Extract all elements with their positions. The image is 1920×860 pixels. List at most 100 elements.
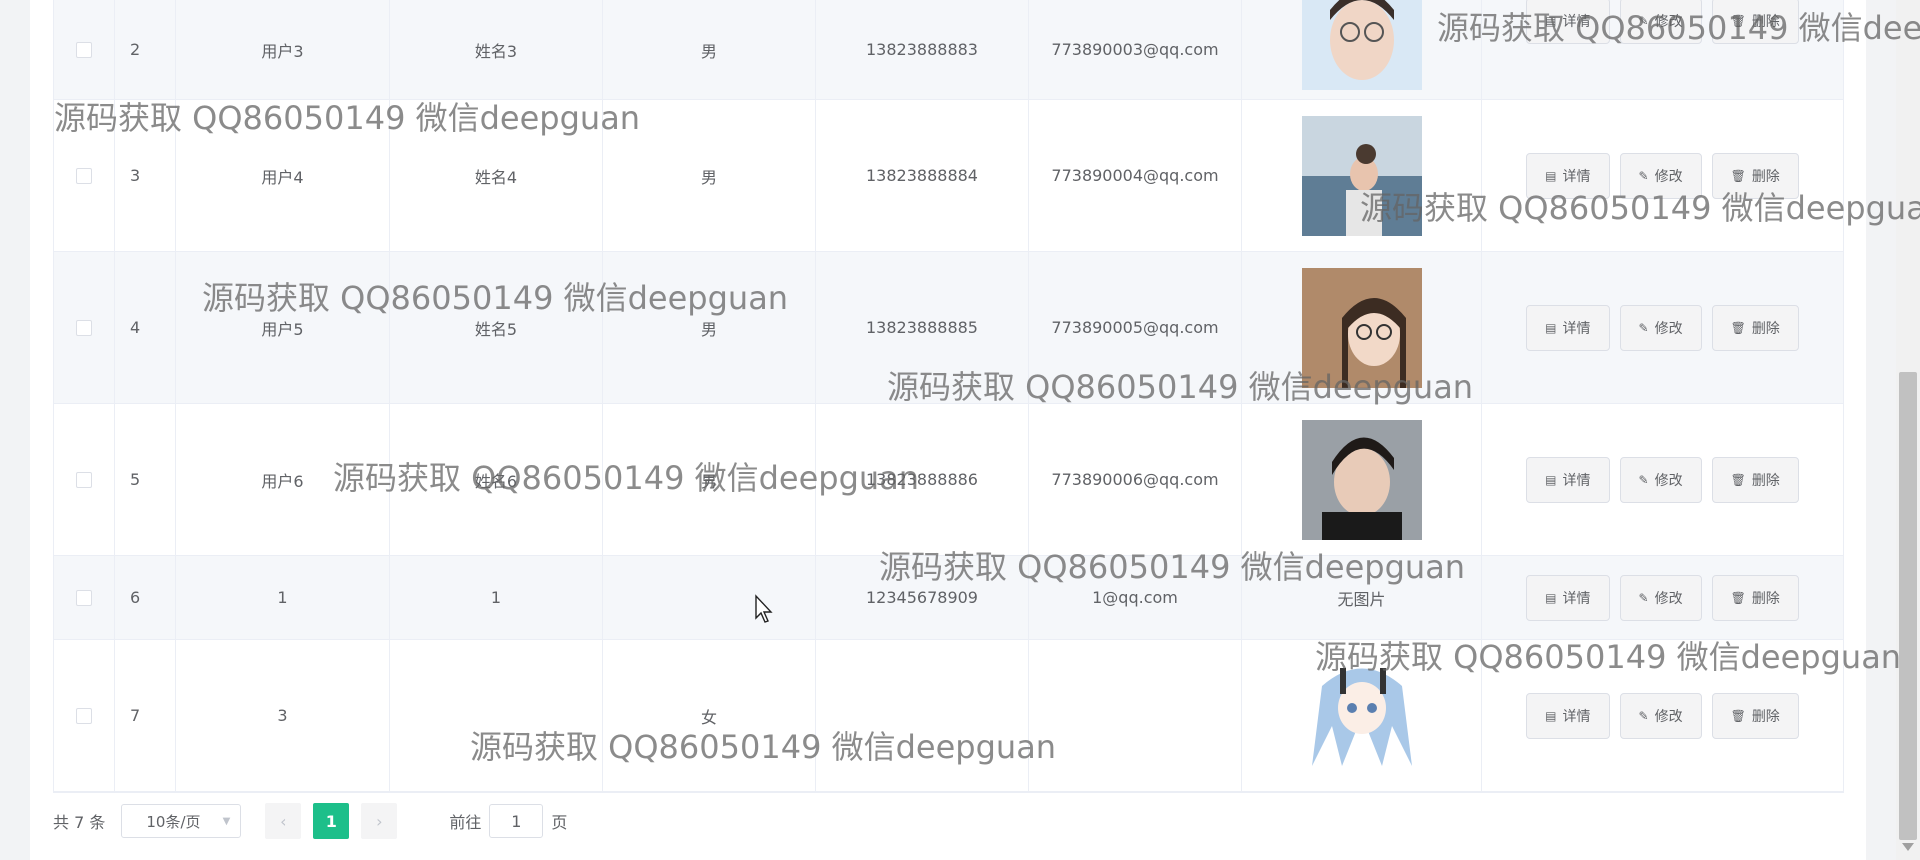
row-checkbox-cell [54,100,115,251]
table-row: 4 用户5 姓名5 男 13823888885 773890005@qq.com… [54,252,1843,404]
edit-icon: ✎ [1638,472,1649,487]
table-row: 5 用户6 姓名6 男 13823888886 773890006@qq.com… [54,404,1843,556]
realname-cell: 姓名3 [390,0,603,99]
delete-button[interactable]: 🗑 删除 [1711,456,1799,503]
document-icon: ▤ [1545,708,1557,723]
edit-icon: ✎ [1638,590,1649,605]
actions-cell: ▤ 详情 ✎ 修改 🗑 删除 [1482,404,1843,555]
phone-cell [816,640,1029,791]
realname-cell: 1 [390,556,603,639]
sex-cell: 男 [603,0,816,99]
trash-icon: 🗑 [1730,472,1746,487]
username-cell: 用户5 [176,252,390,403]
prev-page-button[interactable]: ‹ [265,803,302,839]
index-cell: 6 [115,556,176,639]
trash-icon: 🗑 [1730,590,1746,605]
row-checkbox[interactable] [76,319,92,336]
email-cell: 773890004@qq.com [1029,100,1242,251]
page-gutter-left [0,0,30,860]
index-cell: 4 [115,252,176,403]
detail-button[interactable]: ▤ 详情 [1526,692,1610,739]
row-checkbox[interactable] [76,167,92,184]
page-number-current[interactable]: 1 [313,803,350,839]
detail-button[interactable]: ▤ 详情 [1526,456,1610,503]
mouse-cursor-icon [755,594,773,623]
edit-button[interactable]: ✎ 修改 [1619,304,1702,351]
user-table: 2 用户3 姓名3 男 13823888883 773890003@qq.com… [53,0,1844,793]
table-row: 3 用户4 姓名4 男 13823888884 773890004@qq.com… [54,100,1843,252]
jump-prefix: 前往 [449,813,482,832]
document-icon: ▤ [1545,14,1557,28]
email-cell: 773890003@qq.com [1029,0,1242,99]
email-cell: 1@qq.com [1029,556,1242,639]
trash-icon: 🗑 [1730,320,1746,335]
phone-cell: 13823888884 [816,100,1029,251]
phone-cell: 13823888883 [816,0,1029,99]
edit-button[interactable]: ✎ 修改 [1619,692,1702,739]
edit-icon: ✎ [1638,708,1649,723]
row-checkbox-cell [54,0,115,99]
document-icon: ▤ [1545,168,1557,183]
jump-suffix: 页 [551,813,568,832]
realname-cell [390,640,603,791]
chevron-right-icon: › [376,811,383,831]
chevron-left-icon: ‹ [280,811,287,831]
trash-icon: 🗑 [1730,14,1746,28]
delete-button[interactable]: 🗑 删除 [1711,692,1799,739]
actions-cell: ▤ 详情 ✎ 修改 🗑 删除 [1482,252,1843,403]
email-cell: 773890006@qq.com [1029,404,1242,555]
scrollbar-thumb[interactable] [1899,372,1917,840]
row-checkbox[interactable] [76,589,92,606]
edit-icon: ✎ [1638,168,1649,183]
photo-cell [1242,100,1482,251]
username-cell: 用户6 [176,404,390,555]
photo-cell [1242,404,1482,555]
document-icon: ▤ [1545,590,1557,605]
edit-button[interactable]: ✎ 修改 [1619,574,1702,621]
trash-icon: 🗑 [1730,708,1746,723]
scroll-down-arrow-icon[interactable] [1902,843,1914,851]
row-checkbox-cell [54,252,115,403]
next-page-button[interactable]: › [361,803,398,839]
page-size-select[interactable]: 10条/页 ▼ [121,804,242,838]
total-count: 共 7 条 [53,813,106,832]
actions-cell: ▤ 详情 ✎ 修改 🗑 删除 [1482,640,1843,791]
username-cell: 3 [176,640,390,791]
detail-button[interactable]: ▤ 详情 [1526,152,1610,199]
edit-button[interactable]: ✎ 修改 [1619,0,1702,44]
row-checkbox[interactable] [76,471,92,488]
email-cell: 773890005@qq.com [1029,252,1242,403]
actions-cell: ▤ 详情 ✎ 修改 🗑 删除 [1482,0,1843,99]
row-checkbox[interactable] [76,707,92,724]
row-checkbox-cell [54,640,115,791]
detail-button[interactable]: ▤ 详情 [1526,304,1610,351]
realname-cell: 姓名4 [390,100,603,251]
avatar-photo-male-glasses [1301,0,1422,90]
index-cell: 3 [115,100,176,251]
edit-button[interactable]: ✎ 修改 [1619,152,1702,199]
detail-button[interactable]: ▤ 详情 [1526,574,1610,621]
delete-button[interactable]: 🗑 删除 [1711,304,1799,351]
delete-button[interactable]: 🗑 删除 [1711,0,1799,44]
avatar-photo-male-dark [1301,419,1422,540]
edit-button[interactable]: ✎ 修改 [1619,456,1702,503]
delete-button[interactable]: 🗑 删除 [1711,152,1799,199]
realname-cell: 姓名6 [390,404,603,555]
phone-cell: 13823888886 [816,404,1029,555]
detail-button[interactable]: ▤ 详情 [1526,0,1610,44]
delete-button[interactable]: 🗑 删除 [1711,574,1799,621]
pagination: 共 7 条 10条/页 ▼ ‹ 1 › 前往 1 页 [53,803,567,839]
jump-page-input[interactable]: 1 [489,804,544,838]
page-size-value: 10条/页 [146,812,201,831]
document-icon: ▤ [1545,472,1557,487]
realname-cell: 姓名5 [390,252,603,403]
row-checkbox[interactable] [76,41,92,58]
row-checkbox-cell [54,556,115,639]
table-row: 7 3 女 ▤ 详情 ✎ 修改 🗑 删除 [54,640,1843,792]
sex-cell [603,556,816,639]
phone-cell: 13823888885 [816,252,1029,403]
photo-cell: 无图片 [1242,556,1482,639]
index-cell: 5 [115,404,176,555]
photo-cell [1242,0,1482,99]
sex-cell: 男 [603,100,816,251]
